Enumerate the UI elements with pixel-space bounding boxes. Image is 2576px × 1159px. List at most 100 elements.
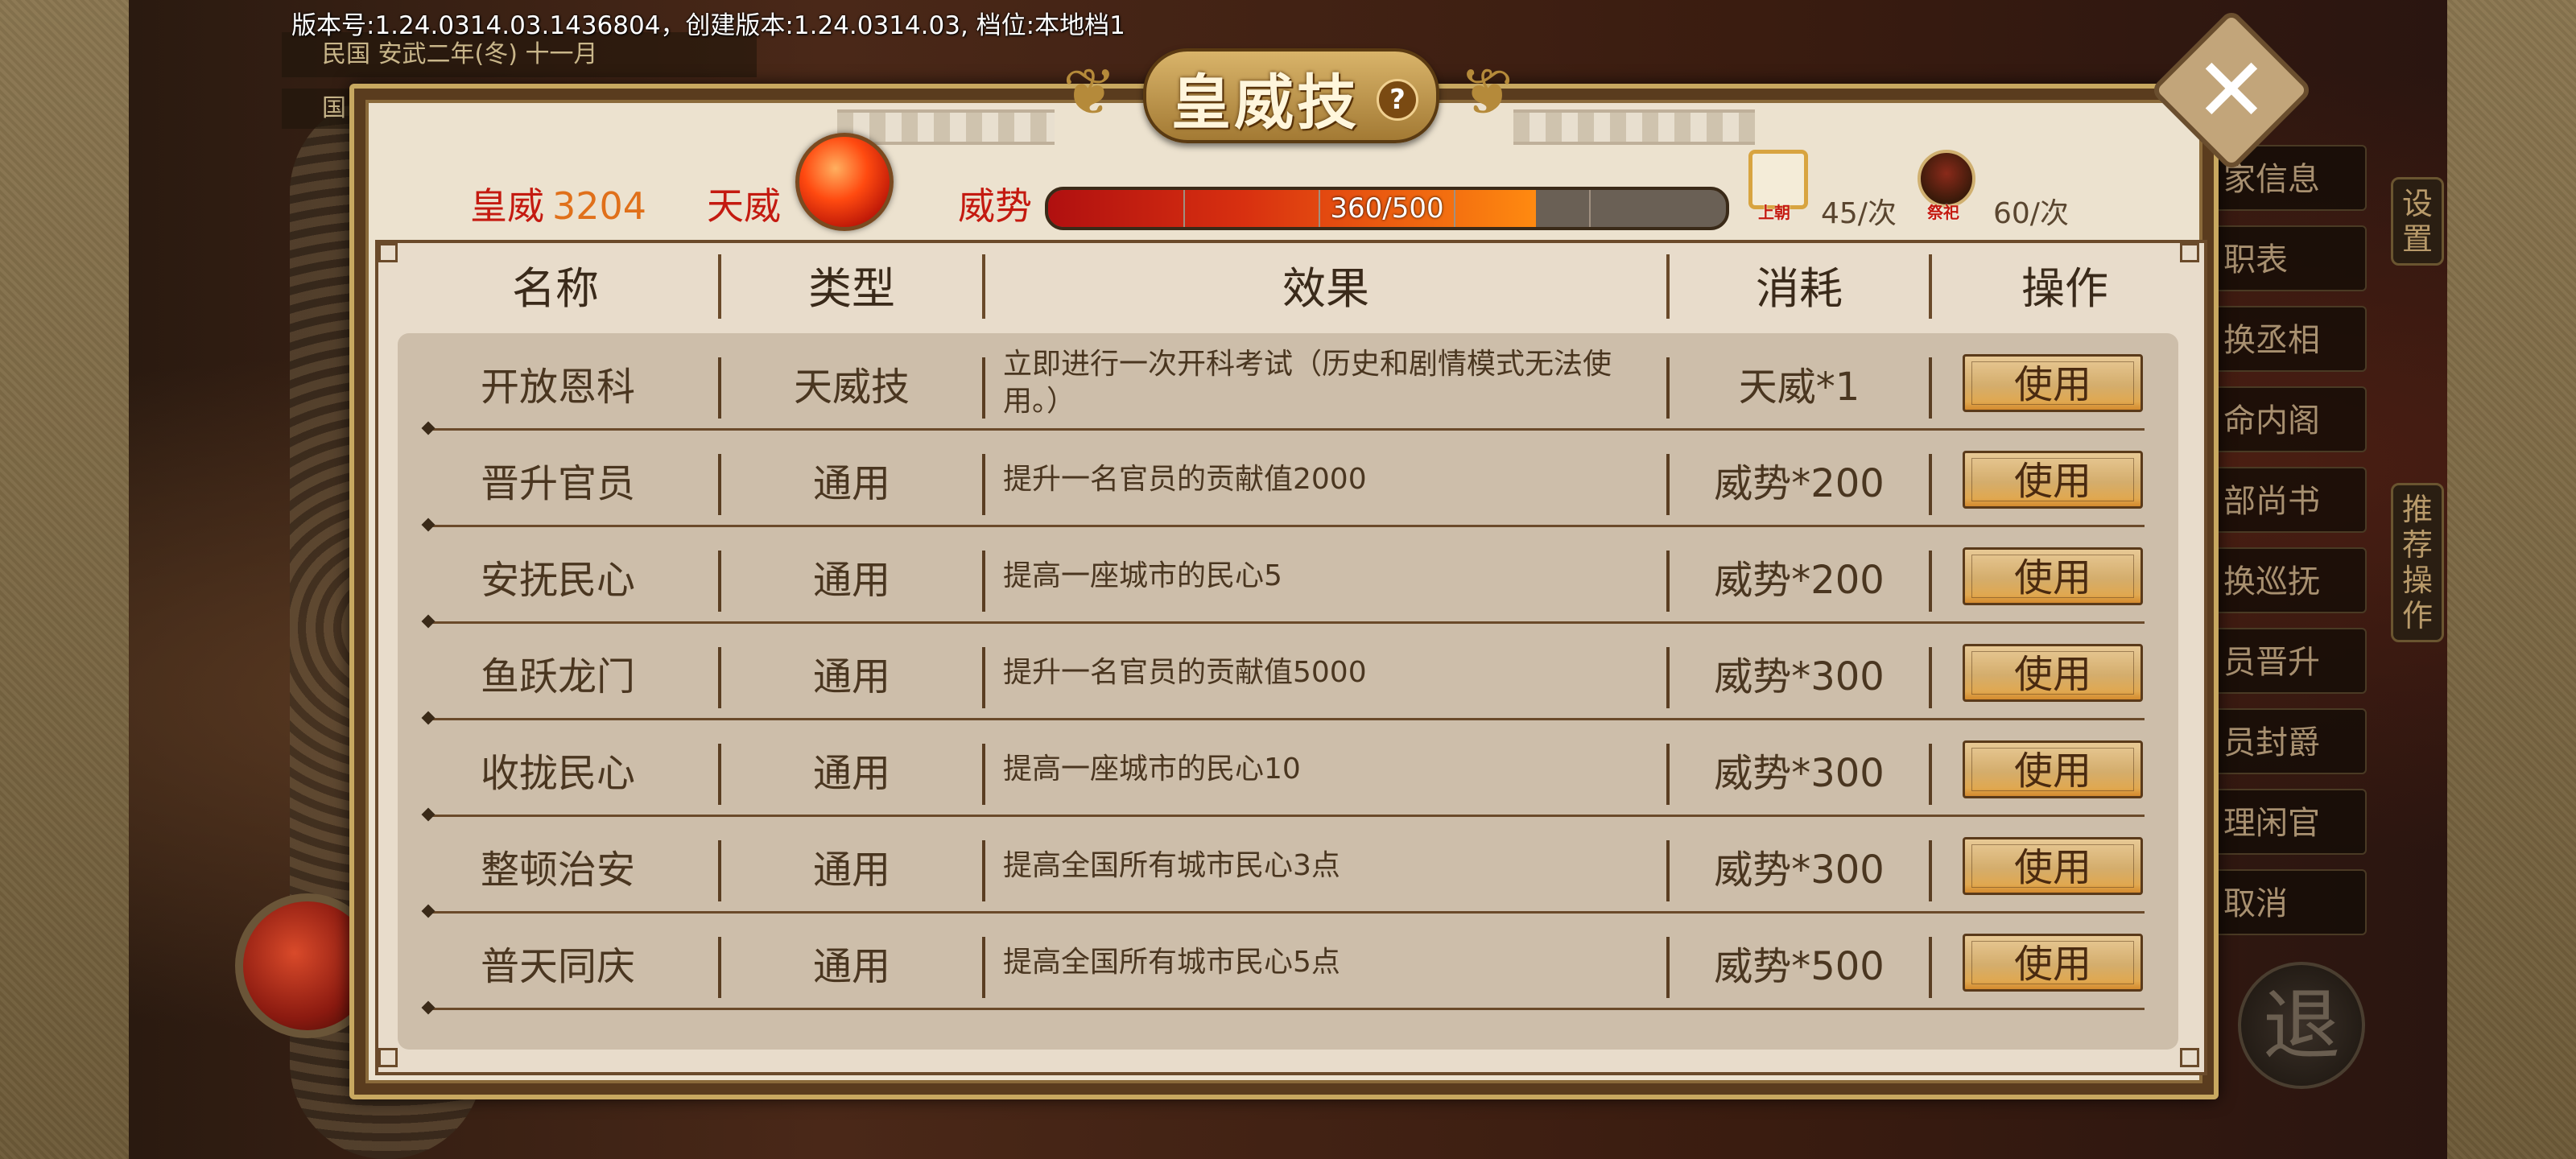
- skill-type: 天威技: [793, 365, 910, 410]
- skill-name: 普天同庆: [480, 944, 635, 989]
- skill-effect: 提升一名官员的贡献值5000: [1003, 656, 1367, 689]
- help-button[interactable]: ?: [1377, 79, 1418, 121]
- use-button[interactable]: 使用: [1963, 547, 2143, 605]
- skill-name: 鱼跃龙门: [480, 654, 635, 699]
- skill-effect: 提高全国所有城市民心3点: [1003, 849, 1340, 882]
- row-divider: [982, 357, 985, 419]
- row-line: [430, 815, 2145, 817]
- version-info: 版本号:1.24.0314.03.1436804，创建版本:1.24.0314.…: [291, 11, 1125, 40]
- table-row: 鱼跃龙门 通用 提升一名官员的贡献值5000 威势*300 使用: [398, 631, 2178, 728]
- row-divider: [982, 551, 985, 612]
- weishi-stat: 威势: [958, 182, 1032, 230]
- row-divider: [982, 840, 985, 901]
- menu-item-5[interactable]: 部尚书: [2206, 467, 2367, 533]
- row-divider: [1929, 551, 1932, 612]
- skill-name: 整顿治安: [480, 848, 635, 893]
- table-row: 普天同庆 通用 提高全国所有城市民心5点 威势*500 使用: [398, 921, 2178, 1017]
- skill-cost: 威势*300: [1714, 654, 1885, 699]
- column-header-effect: 效果: [1282, 263, 1369, 314]
- skill-type: 通用: [812, 848, 890, 893]
- table-row: 整顿治安 通用 提高全国所有城市民心3点 威势*300 使用: [398, 824, 2178, 921]
- row-line: [430, 525, 2145, 527]
- skill-effect: 提升一名官员的贡献值2000: [1003, 463, 1367, 496]
- skill-cost: 威势*500: [1714, 944, 1885, 989]
- shangchao-icon: 上朝: [1742, 150, 1808, 222]
- column-header-action: 操作: [2021, 263, 2108, 314]
- skill-type: 通用: [812, 944, 890, 989]
- close-icon: ✕: [2194, 39, 2269, 142]
- weishi-progress-text: 360/500: [1330, 192, 1444, 225]
- use-button[interactable]: 使用: [1963, 837, 2143, 895]
- weishi-label: 威势: [958, 184, 1032, 228]
- menu-item-10[interactable]: 取消: [2206, 869, 2367, 935]
- skill-type: 通用: [812, 558, 890, 603]
- use-button[interactable]: 使用: [1963, 740, 2143, 798]
- fret-pattern-right: [1513, 109, 1755, 145]
- skill-rows: 开放恩科 天威技 立即进行一次开科考试（历史和剧情模式无法使用。） 天威*1 使…: [398, 333, 2178, 1050]
- recommend-tab[interactable]: 推荐操作: [2391, 483, 2444, 642]
- skill-name: 开放恩科: [480, 365, 635, 410]
- background-right-menu: 家信息 职表 换丞相 命内阁 部尚书 换巡抚 员晋升 员封爵 理闲官 取消: [2206, 145, 2367, 950]
- skill-cost: 威势*200: [1714, 461, 1885, 506]
- huangwei-value: 3204: [552, 184, 647, 228]
- row-divider: [1929, 840, 1932, 901]
- settings-tab[interactable]: 设置: [2391, 177, 2444, 266]
- row-line: [430, 1008, 2145, 1010]
- skill-effect: 提高一座城市的民心5: [1003, 559, 1282, 592]
- jisi-rate: 60/次: [1993, 197, 2069, 230]
- skill-cost: 天威*1: [1738, 365, 1860, 410]
- skill-cost: 威势*200: [1714, 558, 1885, 603]
- jisi-icon: 祭祀: [1911, 150, 1975, 222]
- shangchao-rate: 45/次: [1821, 197, 1897, 230]
- menu-item-6[interactable]: 换巡抚: [2206, 547, 2367, 613]
- row-line: [430, 621, 2145, 624]
- use-button[interactable]: 使用: [1963, 451, 2143, 509]
- skill-cost: 威势*300: [1714, 751, 1885, 796]
- frame-corner: [378, 1048, 398, 1067]
- table-row: 晋升官员 通用 提升一名官员的贡献值2000 威势*200 使用: [398, 438, 2178, 534]
- row-divider: [982, 937, 985, 998]
- huangwei-label: 皇威: [470, 184, 544, 228]
- dialog-title: 皇威技: [1171, 68, 1360, 138]
- row-line: [430, 718, 2145, 720]
- use-button[interactable]: 使用: [1963, 934, 2143, 992]
- jisi-caption: 祭祀: [1927, 203, 1959, 222]
- row-divider: [1929, 357, 1932, 419]
- row-divider: [1929, 937, 1932, 998]
- menu-item-7[interactable]: 员晋升: [2206, 628, 2367, 694]
- huangwei-stat: 皇威 3204: [470, 182, 646, 230]
- use-button[interactable]: 使用: [1963, 644, 2143, 702]
- row-divider: [1929, 647, 1932, 708]
- skill-name: 安抚民心: [480, 558, 635, 603]
- skill-effect: 提高全国所有城市民心5点: [1003, 946, 1340, 979]
- menu-item-2[interactable]: 职表: [2206, 225, 2367, 291]
- row-line: [430, 428, 2145, 431]
- column-header-cost: 消耗: [1756, 263, 1843, 314]
- tianwei-stat: 天威: [707, 182, 781, 230]
- weishi-progress-bar: 360/500: [1045, 187, 1729, 230]
- table-row: 安抚民心 通用 提高一座城市的民心5 威势*200 使用: [398, 534, 2178, 631]
- shangchao-caption: 上朝: [1758, 203, 1790, 222]
- tianwei-orb-icon: [795, 133, 894, 231]
- frame-corner: [2180, 1048, 2199, 1067]
- skill-name: 晋升官员: [480, 461, 635, 506]
- row-divider: [1929, 454, 1932, 515]
- tianwei-label: 天威: [707, 184, 781, 228]
- column-header-type: 类型: [808, 263, 895, 314]
- skill-name: 收拢民心: [480, 751, 635, 796]
- exit-button[interactable]: 退: [2238, 962, 2365, 1089]
- title-plaque: ❦ ❦ 皇威技 ?: [1055, 32, 1521, 153]
- menu-item-3[interactable]: 换丞相: [2206, 306, 2367, 372]
- skill-type: 通用: [812, 461, 890, 506]
- skill-effect: 立即进行一次开科考试（历史和剧情模式无法使用。）: [1003, 348, 1612, 418]
- row-divider: [982, 744, 985, 805]
- menu-item-8[interactable]: 员封爵: [2206, 708, 2367, 774]
- use-button[interactable]: 使用: [1963, 354, 2143, 412]
- menu-item-9[interactable]: 理闲官: [2206, 789, 2367, 855]
- menu-item-4[interactable]: 命内阁: [2206, 386, 2367, 452]
- row-divider: [1929, 744, 1932, 805]
- table-row: 开放恩科 天威技 立即进行一次开科考试（历史和剧情模式无法使用。） 天威*1 使…: [398, 341, 2178, 438]
- row-divider: [982, 454, 985, 515]
- column-header-name: 名称: [512, 263, 599, 314]
- row-divider: [982, 647, 985, 708]
